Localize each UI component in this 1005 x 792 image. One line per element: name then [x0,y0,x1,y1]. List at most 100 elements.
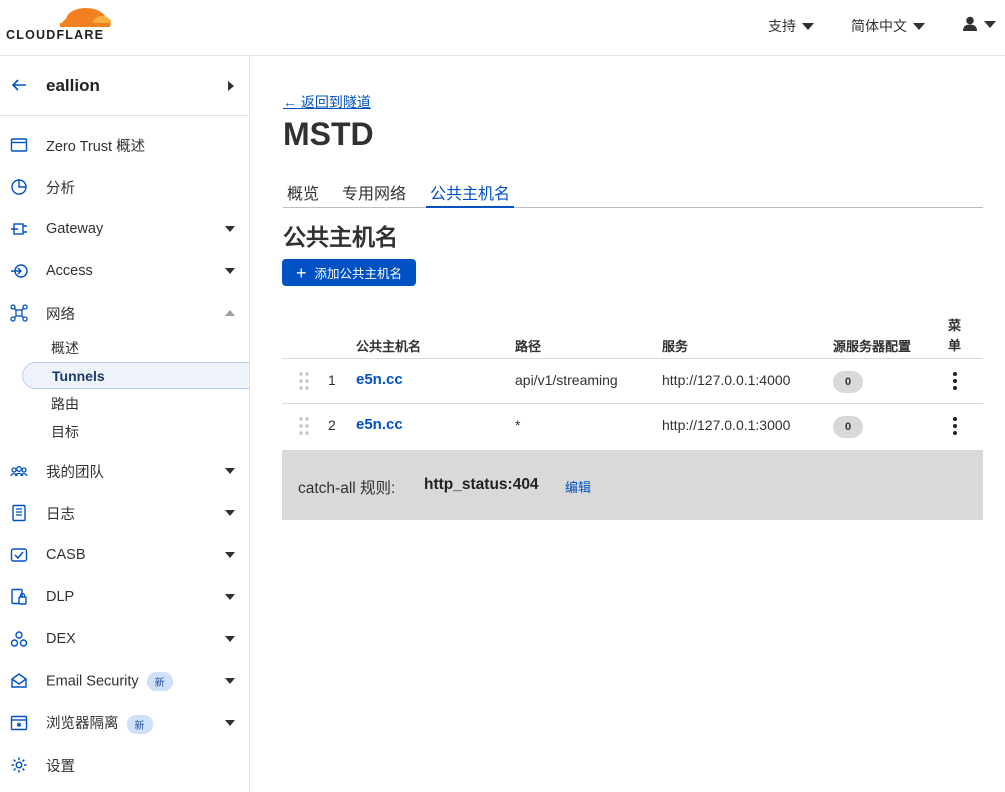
sidebar-item-dlp[interactable]: DLP [0,579,249,615]
sidebar-item-logs[interactable]: 日志 [0,495,249,531]
language-menu[interactable]: 简体中文 [851,16,925,36]
path-value: * [515,417,521,433]
sidebar-subitem-label: 概述 [51,339,79,356]
dlp-icon [11,588,27,605]
sidebar-item-label: 日志 [46,506,75,523]
sidebar-subitem-targets[interactable]: 目标 [22,418,249,445]
sidebar-item-analytics[interactable]: 分析 [0,169,249,205]
table-row[interactable]: 1 e5n.cc api/v1/streaming http://127.0.0… [282,358,983,403]
drag-handle-icon[interactable] [298,370,310,392]
drag-handle-icon[interactable] [298,415,310,437]
column-header-path: 路径 [515,339,542,354]
main-content: ← 返回到隧道 MSTD 概览 专用网络 公共主机名 公共主机名 + 添加公共主… [250,56,1005,792]
browser-isolation-icon [10,715,28,731]
sidebar-item-zero-trust-overview[interactable]: Zero Trust 概述 [0,127,249,163]
catch-all-rule: catch-all 规则: http_status:404 编辑 [282,450,983,520]
kebab-menu-icon[interactable] [947,415,963,437]
chevron-down-icon [984,20,996,28]
sidebar-item-label: DEX [46,631,76,647]
chevron-down-icon [225,468,235,474]
hostname-link[interactable]: e5n.cc [356,416,403,433]
chevron-down-icon [225,226,235,232]
account-switcher[interactable]: eallion [0,56,249,116]
plus-icon: + [296,262,307,283]
gateway-icon [11,223,27,235]
sidebar-item-gateway[interactable]: Gateway [0,211,249,247]
log-icon [12,504,26,522]
catch-all-label: catch-all 规则: [298,480,396,497]
origin-config-count: 0 [833,416,863,438]
path-value: api/v1/streaming [515,372,618,388]
hostname-link[interactable]: e5n.cc [356,371,403,388]
sidebar-subitem-routes[interactable]: 路由 [22,390,249,417]
chevron-down-icon [225,720,235,726]
access-icon [11,264,28,278]
sidebar-item-settings[interactable]: 设置 [0,747,249,783]
logo-text: CLOUDFLARE [6,28,105,42]
cloudflare-logo[interactable]: CLOUDFLARE [6,4,116,44]
chevron-down-icon [225,678,235,684]
table-row[interactable]: 2 e5n.cc * http://127.0.0.1:3000 0 [282,403,983,448]
sidebar-item-casb[interactable]: CASB [0,537,249,573]
language-label: 简体中文 [851,18,907,34]
account-name: eallion [46,76,100,95]
team-icon [10,466,28,477]
catch-all-edit-link[interactable]: 编辑 [565,477,591,496]
sidebar-item-email-security[interactable]: Email Security 新 [0,663,249,699]
sidebar-item-label: 网络 [46,306,75,323]
catch-all-value: http_status:404 [424,476,539,493]
tab-private-network[interactable]: 专用网络 [338,180,410,208]
support-menu[interactable]: 支持 [768,16,814,36]
service-value: http://127.0.0.1:3000 [662,417,791,433]
new-badge: 新 [146,671,173,691]
sidebar-item-label: Zero Trust 概述 [46,138,146,155]
sidebar-subitem-label: Tunnels [52,367,105,384]
sidebar-item-label: 分析 [46,180,75,197]
section-title: 公共主机名 [283,224,398,250]
sidebar-item-label: 我的团队 [46,464,104,481]
column-header-menu: 菜单 [948,318,962,353]
sidebar-item-label-with-badge: Email Security 新 [46,671,173,691]
dex-icon [10,631,28,647]
arrow-left-icon[interactable] [10,76,28,94]
tab-bar: 概览 专用网络 公共主机名 [283,176,983,208]
sidebar-item-my-team[interactable]: 我的团队 [0,453,249,489]
sidebar-item-network[interactable]: 网络 [0,295,249,331]
sidebar-subitem-tunnels[interactable]: Tunnels [22,362,249,389]
pie-chart-icon [11,179,27,195]
sidebar-item-label: DLP [46,589,75,605]
user-icon [963,16,977,31]
add-public-hostname-button[interactable]: + 添加公共主机名 [282,259,416,286]
tab-overview[interactable]: 概览 [283,180,323,208]
new-badge: 新 [126,714,153,734]
user-menu[interactable] [962,16,996,32]
sidebar-subitem-label: 路由 [51,395,79,412]
sidebar-item-label-with-badge: 浏览器隔离新 [46,712,153,734]
sidebar-item-label: 设置 [46,758,75,775]
tab-public-hostname[interactable]: 公共主机名 [426,180,515,208]
column-header-service: 服务 [662,339,689,354]
sidebar-item-label: Gateway [46,221,104,237]
add-button-label: 添加公共主机名 [314,267,403,281]
window-icon [10,138,28,152]
casb-icon [10,548,28,562]
service-value: http://127.0.0.1:4000 [662,372,791,388]
top-bar: CLOUDFLARE 支持 简体中文 [0,0,1005,56]
back-to-tunnels-link[interactable]: ← 返回到隧道 [283,92,371,112]
email-security-icon [11,673,27,688]
page-title: MSTD [283,116,374,152]
chevron-up-icon [225,310,235,316]
sidebar-item-access[interactable]: Access [0,253,249,289]
sidebar-item-dex[interactable]: DEX [0,621,249,657]
kebab-menu-icon[interactable] [947,370,963,392]
support-label: 支持 [768,18,796,34]
sidebar-item-label: Access [46,263,93,279]
chevron-down-icon [225,268,235,274]
sidebar-item-label: CASB [46,547,86,563]
cloud-logo-icon [60,8,116,30]
gear-icon [11,757,27,773]
sidebar-subitem-overview[interactable]: 概述 [22,334,249,361]
sidebar-item-browser-isolation[interactable]: 浏览器隔离新 [0,705,249,741]
chevron-right-icon [228,81,234,91]
chevron-down-icon [225,594,235,600]
